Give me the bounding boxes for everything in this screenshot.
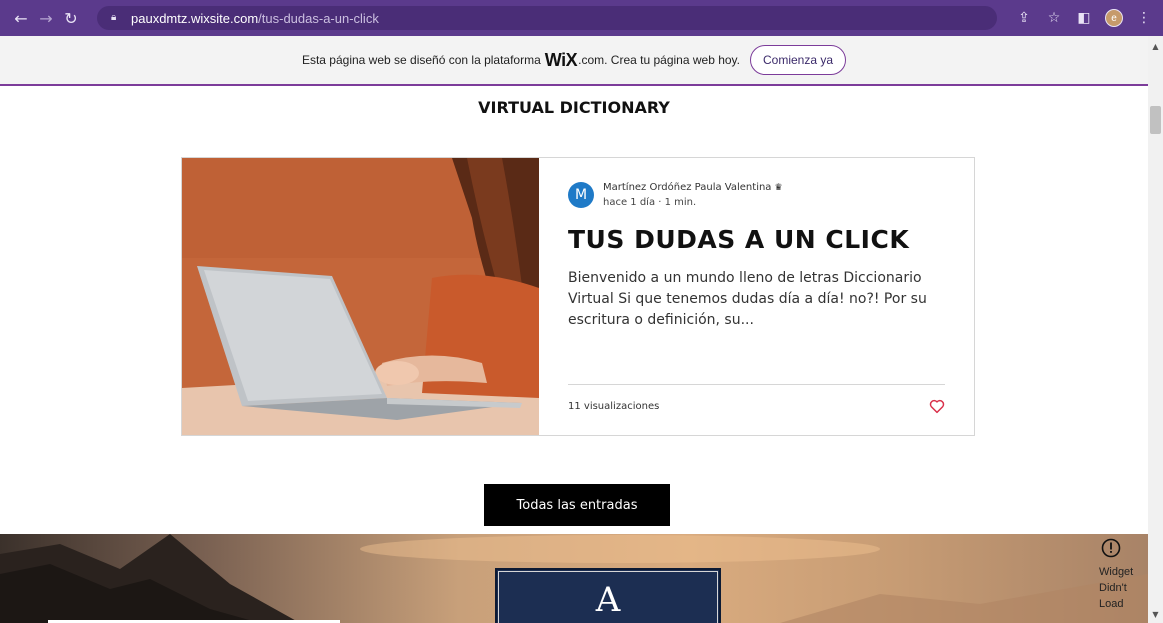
start-now-button[interactable]: Comienza ya — [750, 45, 847, 75]
address-bar[interactable]: 🔒︎ pauxdmtz.wixsite.com/tus-dudas-a-un-c… — [97, 6, 997, 30]
divider — [568, 384, 945, 385]
widget-error-line1: Widget — [1099, 566, 1134, 578]
back-icon[interactable]: ← — [10, 7, 32, 29]
laptop-photo — [182, 158, 539, 435]
all-posts-button[interactable]: Todas las entradas — [484, 484, 670, 526]
post-meta: hace 1 día · 1 min. — [603, 197, 697, 208]
post-cover-image[interactable] — [182, 158, 539, 435]
hero-logo-box: A — [495, 568, 721, 623]
forward-icon[interactable]: → — [35, 7, 57, 29]
author-name-text[interactable]: Martínez Ordóñez Paula Valentina — [603, 182, 771, 193]
side-panel-icon[interactable]: ◧ — [1075, 10, 1093, 26]
profile-avatar[interactable]: e — [1105, 9, 1123, 27]
widget-error-notice: Widget Didn't Load — [1099, 564, 1149, 612]
reload-icon[interactable]: ↻ — [60, 7, 82, 29]
hero-banner: A — [0, 534, 1148, 623]
site-title[interactable]: VIRTUAL DICTIONARY — [0, 98, 1148, 117]
post-details: M Martínez Ordóñez Paula Valentina ♛ hace… — [539, 158, 974, 435]
star-icon[interactable]: ☆ — [1045, 10, 1063, 26]
url-host: pauxdmtz.wixsite.com — [131, 10, 259, 26]
post-title[interactable]: TUS DUDAS A UN CLICK — [568, 225, 909, 254]
scroll-down-icon[interactable]: ▼ — [1148, 610, 1163, 619]
blog-post-card[interactable]: M Martínez Ordóñez Paula Valentina ♛ hace… — [181, 157, 975, 436]
hero-logo-letter: A — [595, 580, 621, 620]
view-count: 11 visualizaciones — [568, 401, 660, 412]
kebab-menu-icon[interactable]: ⋮ — [1135, 10, 1153, 26]
browser-toolbar: ← → ↻ 🔒︎ pauxdmtz.wixsite.com/tus-dudas-… — [0, 0, 1163, 36]
crown-icon: ♛ — [774, 183, 783, 193]
heart-icon[interactable] — [928, 397, 946, 415]
wix-banner-text: Esta página web se diseñó con la platafo… — [301, 53, 541, 67]
post-excerpt[interactable]: Bienvenido a un mundo lleno de letras Di… — [568, 268, 953, 331]
scroll-thumb[interactable] — [1150, 106, 1161, 134]
share-icon[interactable]: ⇪ — [1015, 10, 1033, 26]
author-name[interactable]: Martínez Ordóñez Paula Valentina ♛ — [603, 182, 783, 193]
wix-banner-text-after: .com. Crea tu página web hoy. — [578, 53, 740, 67]
url-path: /tus-dudas-a-un-click — [258, 10, 379, 26]
toolbar-actions: ⇪ ☆ ◧ e ⋮ — [1015, 6, 1153, 30]
warning-icon — [1101, 538, 1121, 558]
widget-error-line3: Load — [1099, 598, 1124, 610]
lock-icon: 🔒︎ — [111, 12, 117, 23]
widget-error-line2: Didn't — [1099, 582, 1127, 594]
page-scrollbar[interactable]: ▲ ▼ — [1148, 36, 1163, 623]
wix-logo: WiX — [544, 49, 578, 70]
scroll-up-icon[interactable]: ▲ — [1148, 42, 1163, 51]
wix-banner: Esta página web se diseñó con la platafo… — [0, 36, 1148, 86]
author-avatar[interactable]: M — [568, 182, 594, 208]
